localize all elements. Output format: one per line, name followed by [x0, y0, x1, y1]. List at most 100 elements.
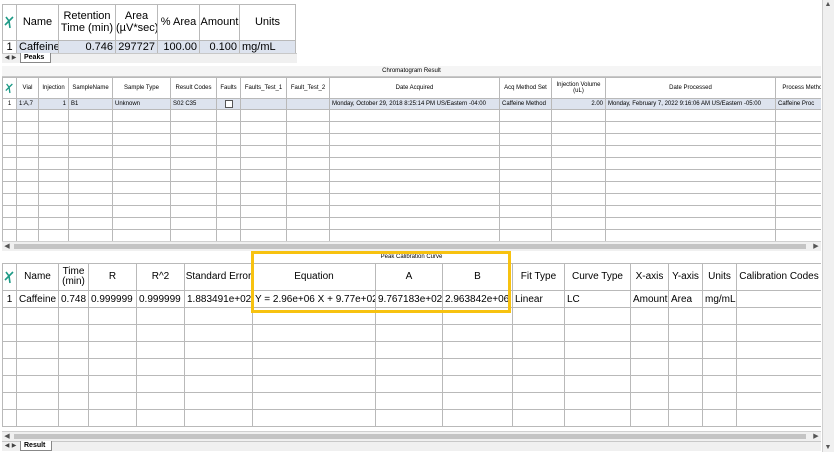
col-header[interactable]: Area (µV*sec) — [115, 4, 158, 41]
cell[interactable]: B1 — [68, 98, 113, 110]
cell[interactable]: Unknown — [112, 98, 171, 110]
col-header[interactable]: Faults_Test_1 — [240, 77, 287, 99]
scroll-left-icon[interactable]: ◀ — [2, 242, 12, 251]
cell[interactable]: Caffeine Method — [499, 98, 552, 110]
col-header[interactable]: A — [375, 263, 443, 291]
col-header[interactable]: Faults — [216, 77, 241, 99]
chromatogram-hscroll[interactable]: ◀ ▶ — [2, 241, 821, 251]
col-header[interactable]: Units — [702, 263, 737, 291]
cell[interactable]: Caffeine — [16, 40, 59, 54]
cell[interactable]: Y = 2.96e+06 X + 9.77e+02 — [252, 290, 376, 308]
scroll-thumb[interactable] — [14, 244, 806, 249]
faults-checkbox[interactable] — [224, 100, 233, 108]
col-header[interactable]: Name — [16, 263, 59, 291]
col-header[interactable]: Result Codes — [170, 77, 217, 99]
row-number[interactable]: 1 — [2, 40, 17, 54]
scroll-thumb[interactable] — [14, 434, 806, 439]
cell[interactable] — [286, 98, 330, 110]
cell[interactable]: S02 C35 — [170, 98, 217, 110]
scroll-right-icon[interactable]: ▶ — [811, 432, 821, 441]
cell[interactable]: Caffeine Proc — [775, 98, 821, 110]
col-header[interactable]: Equation — [252, 263, 376, 291]
tab-nav-right-icon[interactable]: ▶ — [11, 54, 17, 62]
cell[interactable]: 1.883491e+02 — [184, 290, 253, 308]
scroll-left-icon[interactable]: ◀ — [2, 432, 12, 441]
col-header[interactable]: Curve Type — [564, 263, 631, 291]
col-header[interactable]: Injection Volume (uL) — [551, 77, 606, 99]
col-header[interactable]: SampleName — [68, 77, 113, 99]
empty-cell — [564, 341, 631, 359]
table-row[interactable]: 1 Caffeine 0.746 297727 100.00 0.100 mg/… — [2, 40, 296, 54]
cell[interactable]: 297727 — [115, 40, 158, 54]
col-header[interactable]: Name — [16, 4, 59, 41]
empty-cell — [216, 205, 241, 218]
table-row[interactable]: 1 Caffeine 0.748 0.999999 0.999999 1.883… — [2, 290, 821, 308]
col-header[interactable]: Standard Error — [184, 263, 253, 291]
col-header[interactable]: Process Method — [775, 77, 821, 99]
tab-nav-left-icon[interactable]: ◀ — [4, 442, 10, 450]
tab-peaks[interactable]: Peaks — [20, 53, 52, 63]
cell[interactable]: 1:A,7 — [16, 98, 39, 110]
cell[interactable]: 0.999999 — [136, 290, 185, 308]
col-header[interactable]: Amount — [199, 4, 240, 41]
cell[interactable]: 1 — [38, 98, 69, 110]
empty-cell — [329, 145, 500, 158]
vertical-scrollbar[interactable]: ▲ ▼ — [822, 0, 834, 452]
col-header[interactable]: Sample Type — [112, 77, 171, 99]
scroll-down-icon[interactable]: ▼ — [823, 443, 833, 452]
col-header[interactable]: Injection — [38, 77, 69, 99]
col-header[interactable]: Vial — [16, 77, 39, 99]
table-corner-icon[interactable] — [2, 4, 17, 41]
col-header[interactable]: X-axis — [630, 263, 669, 291]
cell[interactable]: 0.746 — [58, 40, 116, 54]
col-header[interactable]: R^2 — [136, 263, 185, 291]
cell[interactable] — [736, 290, 821, 308]
cell[interactable]: 0.100 — [199, 40, 240, 54]
cell[interactable]: Monday, October 29, 2018 8:25:14 PM US/E… — [329, 98, 500, 110]
cell[interactable]: 2.963842e+06 — [442, 290, 513, 308]
col-header[interactable]: Time (min) — [58, 263, 89, 291]
cell[interactable]: 0.748 — [58, 290, 89, 308]
cell[interactable]: mg/mL — [702, 290, 737, 308]
cell[interactable]: mg/mL — [239, 40, 296, 54]
cell[interactable]: 9.767183e+02 — [375, 290, 443, 308]
empty-cell — [605, 229, 776, 241]
cell[interactable]: LC — [564, 290, 631, 308]
col-header[interactable]: Fit Type — [512, 263, 565, 291]
cell[interactable] — [240, 98, 287, 110]
col-header[interactable]: Date Processed — [605, 77, 776, 99]
faults-checkbox-cell[interactable] — [216, 98, 241, 110]
col-header[interactable]: % Area — [157, 4, 200, 41]
table-corner-icon[interactable] — [2, 263, 17, 291]
col-header[interactable]: R — [88, 263, 137, 291]
tab-nav-left-icon[interactable]: ◀ — [4, 54, 10, 62]
cell[interactable]: Linear — [512, 290, 565, 308]
cell[interactable]: 100.00 — [157, 40, 200, 54]
col-header[interactable]: Fault_Test_2 — [286, 77, 330, 99]
cell[interactable]: Monday, February 7, 2022 9:16:06 AM US/E… — [605, 98, 776, 110]
table-corner-icon[interactable] — [2, 77, 17, 99]
col-header[interactable]: Y-axis — [668, 263, 703, 291]
scroll-up-icon[interactable]: ▲ — [823, 0, 833, 9]
empty-cell — [16, 307, 59, 325]
scroll-right-icon[interactable]: ▶ — [811, 242, 821, 251]
cell[interactable]: 0.999999 — [88, 290, 137, 308]
table-row[interactable]: 1 1:A,7 1 B1 Unknown S02 C35 Monday, Oct… — [2, 98, 821, 110]
cell[interactable]: 2.00 — [551, 98, 606, 110]
empty-cell — [88, 324, 137, 342]
calibration-hscroll[interactable]: ◀ ▶ — [2, 431, 821, 441]
row-number[interactable]: 1 — [2, 290, 17, 308]
row-number[interactable]: 1 — [2, 98, 17, 110]
cell[interactable]: Caffeine — [16, 290, 59, 308]
col-header[interactable]: Acq Method Set — [499, 77, 552, 99]
col-header[interactable]: Retention Time (min) — [58, 4, 116, 41]
col-header[interactable]: Calibration Codes — [736, 263, 821, 291]
empty-cell — [2, 169, 17, 182]
tab-result[interactable]: Result — [20, 441, 53, 451]
cell[interactable]: Amount — [630, 290, 669, 308]
col-header[interactable]: B — [442, 263, 513, 291]
tab-nav-right-icon[interactable]: ▶ — [11, 442, 17, 450]
col-header[interactable]: Units — [239, 4, 296, 41]
col-header[interactable]: Date Acquired — [329, 77, 500, 99]
cell[interactable]: Area — [668, 290, 703, 308]
